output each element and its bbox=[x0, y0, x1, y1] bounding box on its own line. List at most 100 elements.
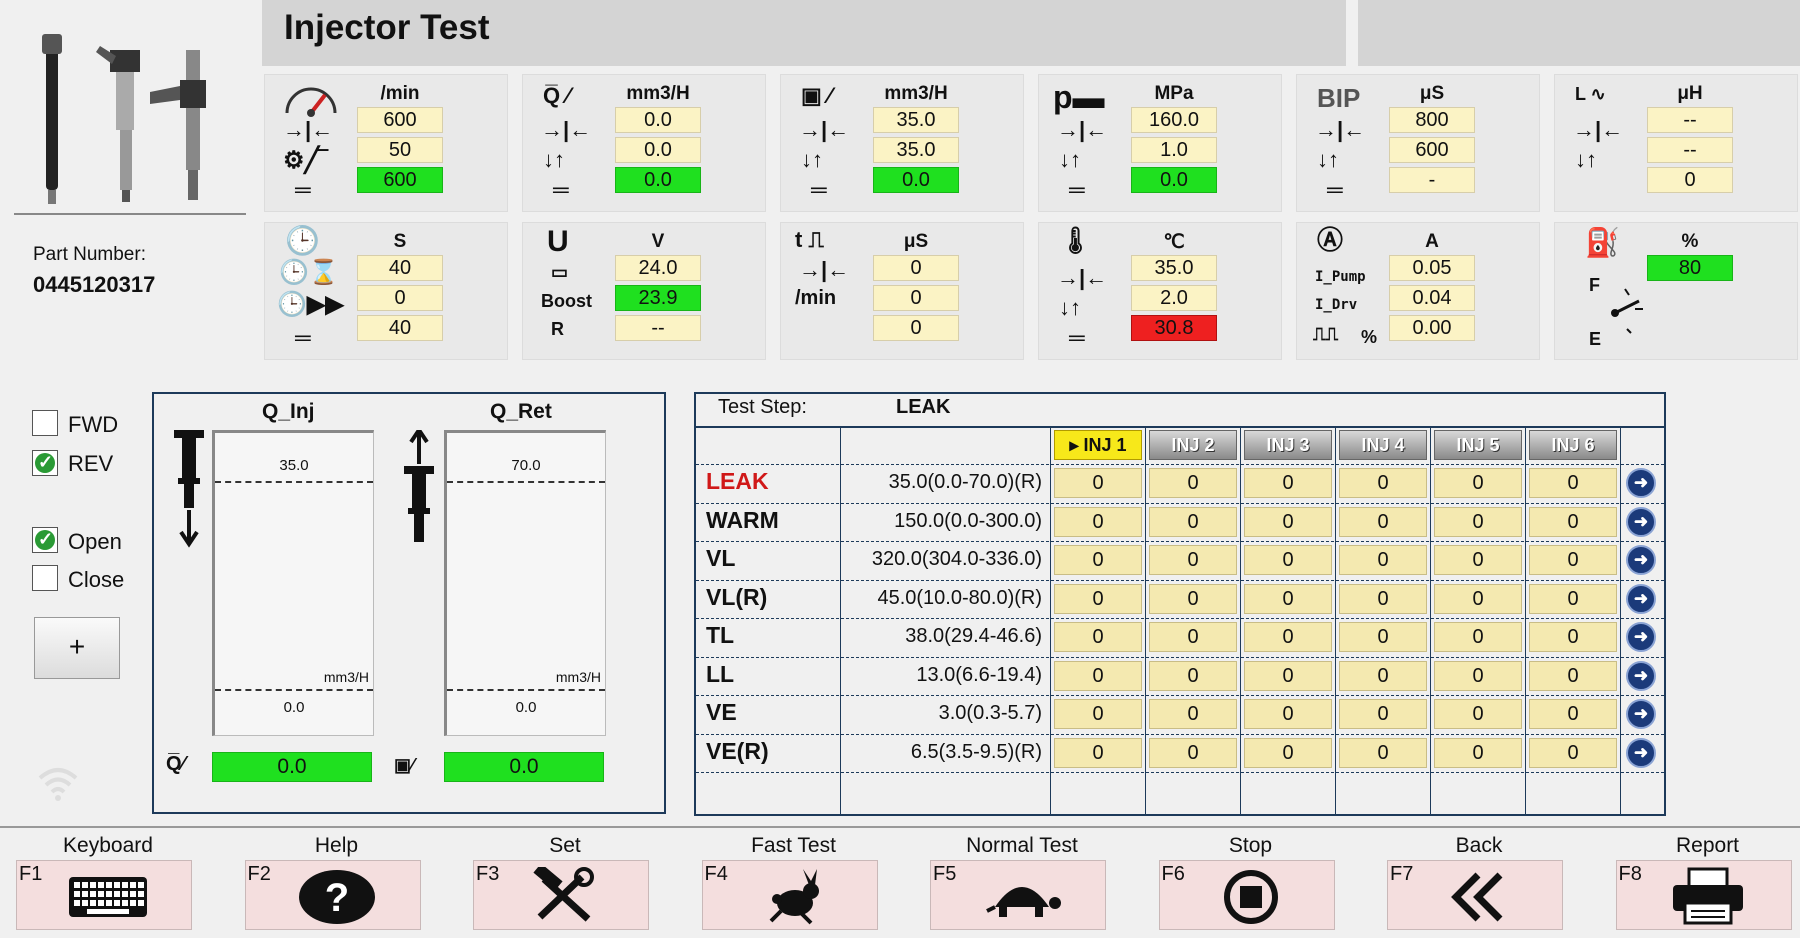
fkey-code: F1 bbox=[19, 863, 43, 885]
field-value[interactable]: -- bbox=[1647, 137, 1733, 163]
field-value[interactable]: 0 bbox=[357, 285, 443, 311]
equal-icon: ═ bbox=[1327, 177, 1343, 202]
inj-header-5[interactable]: INJ 5 bbox=[1434, 430, 1522, 460]
fkey-code: F8 bbox=[1618, 863, 1642, 885]
field-value[interactable]: 160.0 bbox=[1131, 107, 1217, 133]
field-value[interactable]: 24.0 bbox=[615, 255, 701, 281]
field-value[interactable]: 0 bbox=[873, 285, 959, 311]
fkey-normal-test-button[interactable]: F5 bbox=[930, 860, 1106, 930]
result-cell: 0 bbox=[1339, 468, 1427, 498]
field-value[interactable]: 35.0 bbox=[873, 107, 959, 133]
result-cell: 0 bbox=[1529, 506, 1617, 537]
inj-header-6[interactable]: INJ 6 bbox=[1529, 430, 1617, 460]
result-cell: 0 bbox=[1054, 737, 1142, 768]
inj-header-1[interactable]: ▸ INJ 1 bbox=[1054, 430, 1142, 460]
field-value[interactable]: 0.0 bbox=[615, 107, 701, 133]
result-cell: 0 bbox=[1149, 545, 1237, 575]
run-step-arrow-icon[interactable]: ➜ bbox=[1626, 737, 1656, 768]
run-step-arrow-icon[interactable]: ➜ bbox=[1626, 699, 1656, 729]
row-name[interactable]: TL bbox=[706, 622, 734, 649]
field-value[interactable]: 35.0 bbox=[873, 137, 959, 163]
fkey-help-button[interactable]: F2? bbox=[244, 860, 421, 930]
inj-header-2[interactable]: INJ 2 bbox=[1149, 430, 1237, 460]
fwd-checkbox[interactable] bbox=[32, 410, 58, 436]
function-bar-separator bbox=[0, 826, 1800, 828]
fkey-keyboard-button[interactable]: F1 bbox=[16, 860, 192, 930]
field-value[interactable]: 600 bbox=[1389, 137, 1475, 163]
result-cell: 0 bbox=[1339, 699, 1427, 729]
run-step-arrow-icon[interactable]: ➜ bbox=[1626, 622, 1656, 652]
inj-header-4[interactable]: INJ 4 bbox=[1339, 430, 1427, 460]
row-name[interactable]: WARM bbox=[706, 507, 779, 534]
row-name[interactable]: VE bbox=[706, 699, 737, 726]
injector-down-icon bbox=[174, 430, 204, 548]
field-value[interactable]: 2.0 bbox=[1131, 285, 1217, 311]
column-divider bbox=[1335, 428, 1336, 814]
battery-icon: ▭ bbox=[551, 262, 569, 282]
row-name[interactable]: VE(R) bbox=[706, 738, 769, 765]
result-cell: 0 bbox=[1339, 660, 1427, 691]
fkey-stop-button[interactable]: F6 bbox=[1158, 860, 1335, 930]
fuel-pump-icon: ⛽ bbox=[1585, 227, 1620, 258]
open-checkbox[interactable] bbox=[32, 527, 58, 553]
fkey-code: F7 bbox=[1390, 863, 1414, 885]
q-ret-gauge: 70.0 mm3/H 0.0 bbox=[444, 430, 606, 736]
result-cell: 0 bbox=[1244, 468, 1332, 498]
column-divider bbox=[1240, 428, 1241, 814]
field-value[interactable]: 600 bbox=[357, 107, 443, 133]
run-step-arrow-icon[interactable]: ➜ bbox=[1626, 545, 1656, 575]
field-value[interactable]: 35.0 bbox=[1131, 255, 1217, 281]
row-divider bbox=[696, 579, 1664, 581]
q-inj-icon: Q̅⁄ bbox=[166, 753, 185, 775]
tolerance-icon: ↓↑ bbox=[1059, 295, 1081, 320]
equal-icon: ═ bbox=[1069, 325, 1085, 350]
run-step-arrow-icon[interactable]: ➜ bbox=[1626, 506, 1656, 537]
frequency-label: /min bbox=[795, 287, 837, 309]
field-value[interactable]: 0 bbox=[873, 255, 959, 281]
logo-separator bbox=[14, 213, 246, 215]
fkey-label-f8: Report bbox=[1675, 834, 1740, 857]
rev-checkbox[interactable] bbox=[32, 450, 58, 476]
row-name[interactable]: VL(R) bbox=[706, 584, 767, 611]
run-step-arrow-icon[interactable]: ➜ bbox=[1626, 468, 1656, 498]
fkey-label-f5: Normal Test bbox=[966, 834, 1078, 857]
fkey-report-button[interactable]: F8 bbox=[1615, 860, 1792, 930]
result-cell: 0 bbox=[1054, 545, 1142, 575]
row-name[interactable]: VL bbox=[706, 545, 735, 572]
fkey-label-f3: Set bbox=[549, 834, 581, 857]
column-divider bbox=[1430, 428, 1431, 814]
panel-pressure: MPa p▬ →|← ↓↑ ═ 160.0 1.0 0.0 bbox=[1038, 74, 1282, 212]
run-step-arrow-icon[interactable]: ➜ bbox=[1626, 583, 1656, 614]
wifi-icon bbox=[38, 768, 78, 801]
run-step-arrow-icon[interactable]: ➜ bbox=[1626, 660, 1656, 691]
row-name[interactable]: LEAK bbox=[706, 468, 769, 495]
field-value[interactable]: 800 bbox=[1389, 107, 1475, 133]
field-value[interactable]: 40 bbox=[357, 255, 443, 281]
fkey-set-button[interactable]: F3 bbox=[473, 860, 649, 930]
fkey-back-button[interactable]: F7 bbox=[1387, 860, 1563, 930]
fkey-fast-test-button[interactable]: F4 bbox=[701, 860, 878, 930]
field-value[interactable]: 0 bbox=[873, 315, 959, 341]
unit-label: mm3/H bbox=[884, 83, 948, 104]
field-value[interactable]: 50 bbox=[357, 137, 443, 163]
q-ret-min-line bbox=[447, 689, 605, 691]
row-name[interactable]: LL bbox=[706, 661, 734, 688]
i-pump-label: I_Pump bbox=[1315, 269, 1366, 285]
row-spec: 320.0(304.0-336.0) bbox=[871, 548, 1042, 570]
field-value[interactable]: -- bbox=[1647, 107, 1733, 133]
panel-q-inj: mm3/H Q̅ ⁄ →|← ↓↑ ═ 0.0 0.0 0.0 bbox=[522, 74, 766, 212]
close-checkbox[interactable] bbox=[32, 565, 58, 591]
unit-label: MPa bbox=[1154, 83, 1194, 104]
panel-bip: μS BIP →|← ↓↑ ═ 800 600 - bbox=[1296, 74, 1540, 212]
injector-image bbox=[42, 34, 206, 204]
inj-header-3[interactable]: INJ 3 bbox=[1244, 430, 1332, 460]
tolerance-icon: ↓↑ bbox=[1575, 147, 1597, 172]
inductance-icon: L ∿ bbox=[1575, 84, 1606, 104]
result-cell: 0 bbox=[1529, 583, 1617, 614]
add-button[interactable]: + bbox=[34, 617, 120, 679]
field-actual: 80 bbox=[1647, 255, 1733, 281]
field-value[interactable]: 1.0 bbox=[1131, 137, 1217, 163]
field-value[interactable]: 0.0 bbox=[615, 137, 701, 163]
field-value[interactable]: 40 bbox=[357, 315, 443, 341]
voltage-icon: U bbox=[547, 225, 569, 258]
